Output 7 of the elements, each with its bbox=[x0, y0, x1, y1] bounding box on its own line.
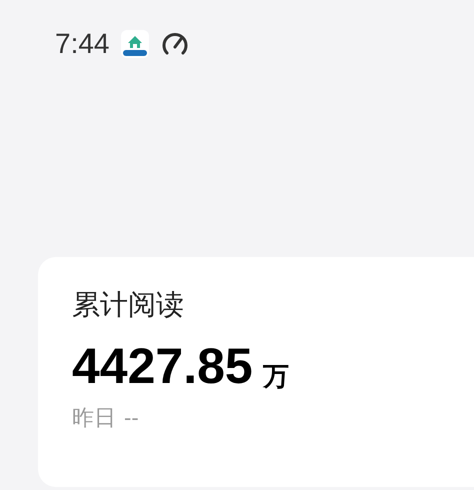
status-time: 7:44 bbox=[55, 30, 110, 58]
unit-label: 万 bbox=[262, 363, 289, 389]
yesterday-label: 昨日 bbox=[72, 407, 116, 429]
card-title: 累计阅读 bbox=[72, 291, 185, 319]
total-reads-value: 4427.85 bbox=[72, 341, 253, 391]
house-app-icon bbox=[120, 29, 150, 59]
yesterday-value: -- bbox=[124, 407, 139, 429]
